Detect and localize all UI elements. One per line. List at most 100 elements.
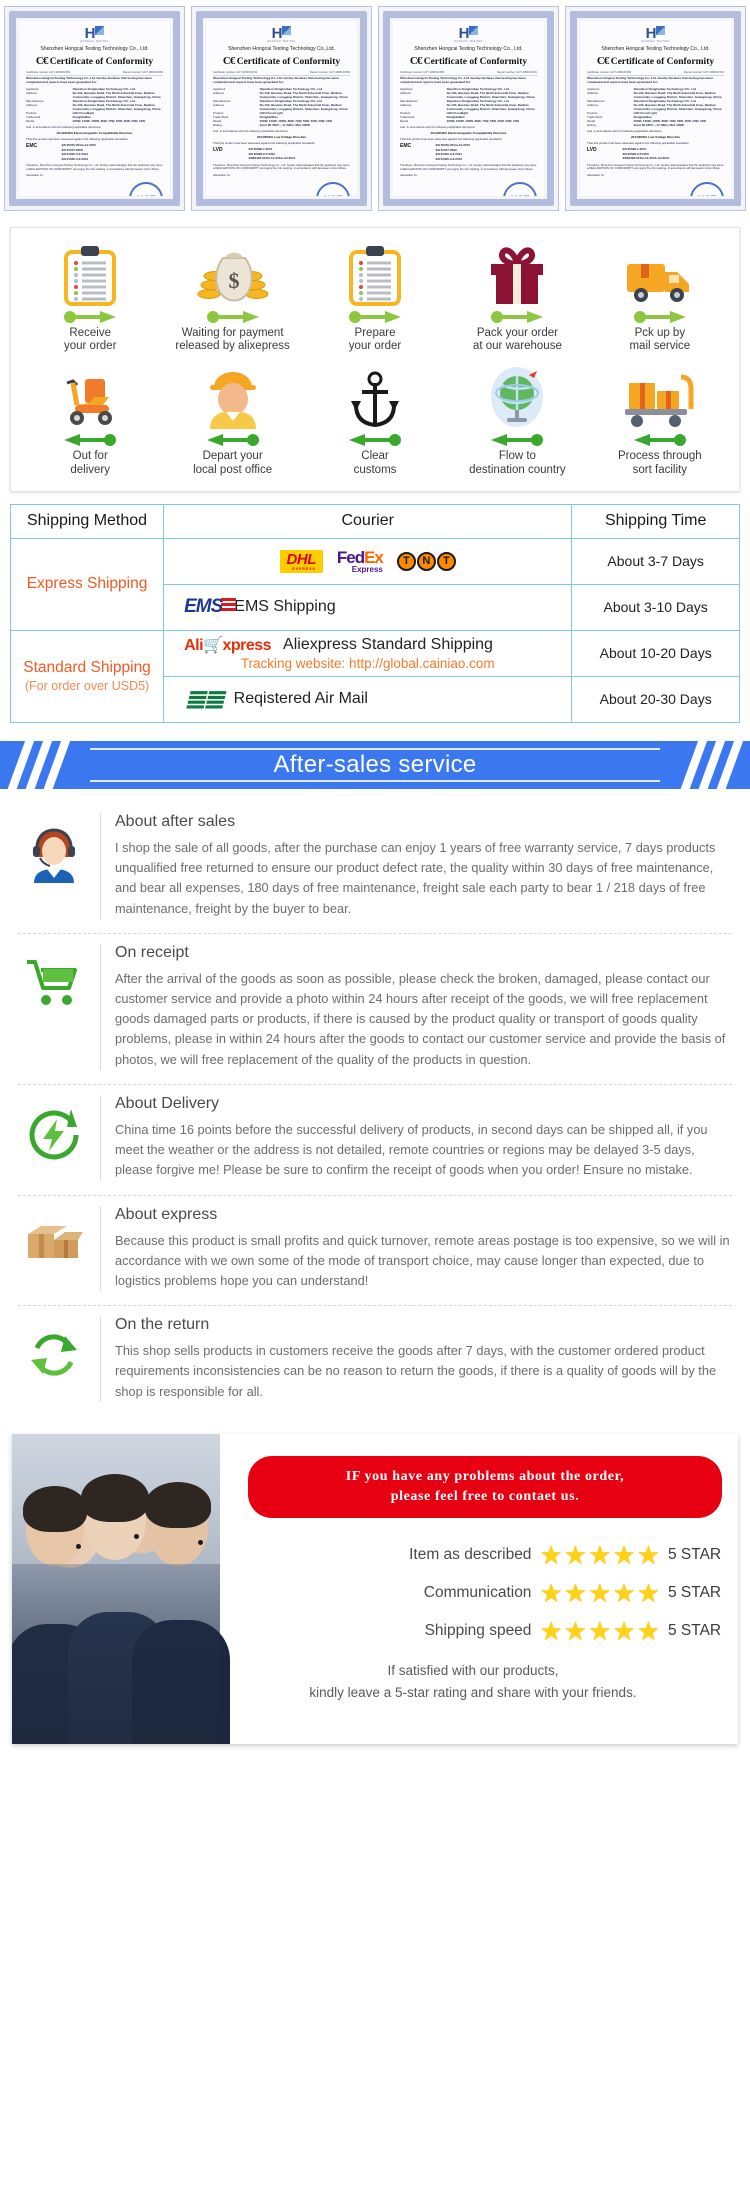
faq-icon (18, 1206, 90, 1270)
field-value: Input 85-265V~, 47-63Hz, Max 200W (259, 123, 311, 128)
shipping-time-cell: About 20-30 Days (571, 675, 740, 723)
certificate-footer: Therefore, Shenzhen Hongcai Testing Tech… (587, 162, 724, 171)
process-step-label: Pck up by mail service (629, 327, 691, 353)
process-step-arrow (163, 434, 301, 447)
delivery-truck-icon (626, 264, 689, 302)
process-step: Process through sort facility (589, 367, 731, 476)
certificate-numbers: Certificate number: HCT-1808-01563 Repor… (26, 71, 163, 76)
agent-body (132, 1619, 230, 1744)
process-step-label: Depart your local post office (193, 450, 273, 476)
field-key: Address (26, 90, 38, 95)
courier-name: EMS Shipping (234, 598, 336, 616)
certificates-gallery: H HONGCAI TESTING Shenzhen Hongcai Testi… (0, 0, 750, 215)
faq-item: About express Because this product is sm… (18, 1196, 732, 1307)
field-key: Rating (587, 123, 596, 128)
field-key: Address (400, 90, 412, 95)
field-key: Address (400, 103, 412, 107)
table-header-row: Shipping Method Courier Shipping Time (9, 503, 740, 539)
tnt-letter: N (416, 551, 436, 571)
rating-value: 5 STAR (668, 1584, 722, 1602)
rating-request-line-1: If satisfied with our products, (387, 1663, 559, 1679)
field-value: No.103, Baomao Road, The Ninth Industria… (72, 103, 161, 112)
process-step-arrow (163, 311, 301, 323)
process-step-icon (591, 244, 729, 306)
shipping-time-cell: About 10-20 Days (571, 629, 740, 677)
flow-arrow-icon (206, 311, 259, 323)
process-step-arrow (448, 311, 586, 323)
support-team-photo (12, 1433, 230, 1744)
field-value: No.103, Baomao Road, The Ninth Industria… (446, 103, 535, 112)
agent-hair (145, 1481, 211, 1528)
certificate-footer: Therefore, Shenzhen Hongcai Testing Tech… (400, 163, 537, 171)
attestation-label: Attestation by: (26, 173, 44, 178)
faq-icon (18, 944, 90, 1008)
faq-heading: On receipt (115, 943, 189, 961)
cardboard-boxes-icon (28, 1225, 83, 1258)
process-step-arrow (21, 311, 159, 323)
rating-value: 5 STAR (668, 1622, 722, 1640)
lightning-circle-icon (29, 1108, 79, 1160)
shipping-method-cell: Standard Shipping (For order over USD5) (9, 629, 165, 723)
star-icon: ★ (539, 1578, 563, 1609)
ems-bars (221, 598, 237, 613)
process-step-icon (448, 244, 586, 306)
faq-body: On the return This shop sells products i… (100, 1316, 732, 1402)
shipping-method-cell: Express Shipping (9, 537, 165, 631)
globe-icon (491, 367, 544, 428)
process-step: Pack your order at our warehouse (446, 244, 588, 353)
field-key: Address (26, 103, 38, 107)
directive-name: 2014/35/EU Low Voltage Directive (256, 135, 307, 140)
standards-block: LVD EN 60598-1:2015 EN 60598-2-5:2015 EN62… (213, 147, 350, 161)
standard-item: EN 61000-3-3:2013 (61, 156, 88, 161)
directives-note: And, in accordance with the following ap… (587, 129, 663, 134)
certificate-declaration: Shenzhen Hongcai Testing Technology Co.,… (26, 76, 152, 84)
field-value: No.103, Baomao Road, The Ninth Industria… (446, 90, 535, 99)
star-icon: ★ (636, 1540, 660, 1571)
tracking-website[interactable]: Tracking website: http://global.cainiao.… (170, 656, 565, 671)
process-step-label: Receive your order (63, 327, 117, 353)
star-icon: ★ (539, 1540, 563, 1571)
certificate-title: C€ Certificate of Conformity (35, 54, 154, 67)
field-value: No.103, Baomao Road, The Ninth Industria… (633, 103, 722, 112)
flow-arrow-icon (64, 311, 117, 323)
process-step: Receive your order (19, 244, 161, 353)
star-icon: ★ (588, 1616, 612, 1647)
dhl-sub: EXPRESS (292, 566, 316, 571)
hct-logo-subtext: HONGCAI TESTING (80, 40, 109, 43)
standards-block: EMC EN 55015:2013+A1:2015 EN 61547:2009 EN… (26, 143, 163, 161)
anchor-icon (351, 371, 400, 428)
process-step: Pck up by mail service (589, 244, 731, 353)
process-step-label: Out for delivery (70, 450, 111, 476)
process-step-icon (306, 367, 444, 429)
aliexpress-logo: Ali🛒xpress (184, 637, 272, 655)
shipping-table-section: Shipping Method Courier Shipping Time Ex… (0, 498, 750, 733)
process-step: Clear customs (304, 367, 446, 476)
svg-text:$: $ (228, 268, 239, 293)
cart-boxes-icon (624, 374, 694, 428)
money-bag-icon: $ (197, 252, 269, 302)
process-step-arrow (306, 434, 444, 447)
header-shipping-time: Shipping Time (571, 503, 740, 539)
courier-name: Aliexpress Standard Shipping (283, 636, 493, 654)
star-rating: ★ ★ ★ ★ ★ (539, 1618, 660, 1644)
certificate-field: Rating Input 85-265V~, 47-63Hz, Max 200W (213, 123, 350, 127)
hct-stamp-icon: HCT (502, 182, 537, 196)
rating-row: Shipping speed ★ ★ ★ ★ ★ 5 STAR (230, 1618, 722, 1644)
faq-item: About Delivery China time 16 points befo… (18, 1085, 732, 1196)
shipping-time-cell: About 3-7 Days (571, 537, 740, 585)
process-step-arrow (591, 311, 729, 323)
faq-body: About express Because this product is sm… (100, 1205, 732, 1292)
process-step-icon (591, 367, 729, 429)
certificate-title: C€ Certificate of Conformity (596, 54, 715, 67)
standards-note: That this product has been assessed agai… (213, 141, 316, 146)
process-step-icon (448, 367, 586, 429)
process-step-icon (306, 244, 444, 306)
customer-service-section: IF you have any problems about the order… (0, 1426, 750, 1764)
signature-block: Leung Wu Date of Issued: April 23, 2018 … (26, 182, 163, 196)
hct-stamp-icon: HCT (128, 182, 163, 196)
process-step: Depart your local post office (161, 367, 303, 476)
rating-request-line-2: kindly leave a 5-star rating and share w… (309, 1685, 637, 1700)
agent-body (12, 1623, 103, 1744)
tnt-letter: T (396, 551, 416, 571)
star-icon: ★ (539, 1616, 563, 1647)
